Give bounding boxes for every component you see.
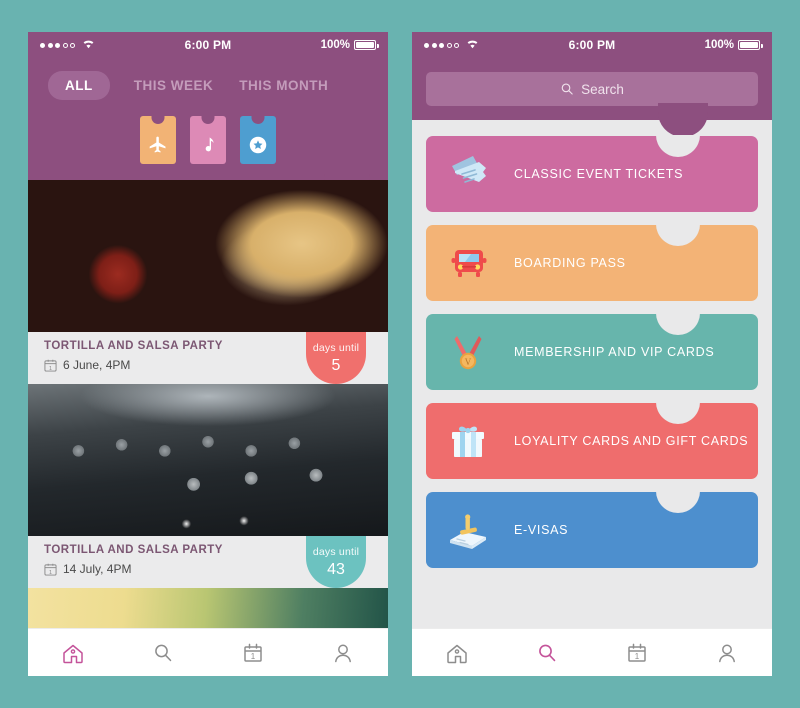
event-row-tortilla-july[interactable]: TORTILLA AND SALSA PARTY 1 14 July, 4PM …: [28, 536, 388, 588]
search-icon: [539, 644, 556, 661]
svg-text:1: 1: [49, 365, 52, 371]
ticket-type-event[interactable]: [240, 116, 276, 164]
event-photo-nature[interactable]: [28, 588, 388, 628]
status-bar-signal: [40, 39, 130, 51]
calendar-icon: 1: [44, 359, 57, 372]
days-until-label: days until: [312, 546, 360, 558]
tab-profile[interactable]: [682, 640, 772, 666]
days-until-value: 43: [327, 561, 345, 578]
phone-left: 6:00 PM 100% ALL THIS WEEK THIS MONTH TO…: [28, 32, 388, 676]
tab-calendar[interactable]: 1: [208, 640, 298, 666]
airplane-icon: [149, 136, 166, 152]
profile-icon: [719, 644, 735, 662]
star-icon: [249, 136, 267, 153]
battery-percent-label: 100%: [320, 39, 350, 51]
tab-bar-right: 1: [412, 628, 772, 676]
search-icon: [155, 644, 172, 661]
category-label: MEMBERSHIP AND VIP CARDS: [514, 345, 715, 359]
days-until-value: 5: [331, 357, 341, 374]
svg-text:1: 1: [251, 651, 256, 660]
phone-right: 6:00 PM 100% Search CLASSIC EVENT TICKET…: [412, 32, 772, 676]
tab-calendar[interactable]: 1: [592, 640, 682, 666]
filter-header: ALL THIS WEEK THIS MONTH: [28, 58, 388, 197]
card-notch: [656, 491, 700, 513]
ticket-type-row: [28, 116, 388, 164]
home-icon: [447, 644, 467, 663]
status-bar-signal: [424, 39, 514, 51]
ticket-type-travel[interactable]: [140, 116, 176, 164]
event-date-label: 14 July, 4PM: [63, 562, 132, 576]
filter-tab-this-week[interactable]: THIS WEEK: [132, 71, 216, 100]
battery-icon: [738, 40, 763, 50]
search-input[interactable]: Search: [426, 72, 758, 106]
category-card-loyalty-gift[interactable]: LOYALITY CARDS AND GIFT CARDS: [426, 402, 758, 479]
category-label: CLASSIC EVENT TICKETS: [514, 167, 684, 181]
search-icon: [561, 83, 573, 95]
svg-text:1: 1: [49, 569, 52, 575]
wifi-icon: [82, 39, 95, 51]
stamp-icon: [442, 503, 496, 557]
ticket-type-music[interactable]: [190, 116, 226, 164]
event-row-tortilla-june[interactable]: TORTILLA AND SALSA PARTY 1 6 June, 4PM d…: [28, 332, 388, 384]
filter-tab-all[interactable]: ALL: [48, 70, 110, 100]
category-card-membership-vip[interactable]: V MEMBERSHIP AND VIP CARDS: [426, 313, 758, 390]
tab-bar-left: 1: [28, 628, 388, 676]
status-bar-time: 6:00 PM: [568, 38, 616, 52]
calendar-icon: 1: [244, 643, 262, 662]
calendar-icon: 1: [628, 643, 646, 662]
profile-icon: [335, 644, 351, 662]
tab-profile[interactable]: [298, 640, 388, 666]
status-bar-battery: 100%: [286, 39, 379, 51]
category-label: LOYALITY CARDS AND GIFT CARDS: [514, 434, 749, 448]
calendar-icon: 1: [44, 563, 57, 576]
status-bar-time: 6:00 PM: [184, 38, 232, 52]
days-until-badge-1: days until 5: [306, 332, 366, 384]
category-label: BOARDING PASS: [514, 256, 626, 270]
gift-icon: [442, 414, 496, 468]
status-bar-battery: 100%: [670, 39, 763, 51]
category-card-e-visas[interactable]: E-VISAS: [426, 491, 758, 568]
wifi-icon: [466, 39, 479, 51]
category-card-classic-event-tickets[interactable]: CLASSIC EVENT TICKETS: [426, 135, 758, 212]
category-card-boarding-pass[interactable]: BOARDING PASS: [426, 224, 758, 301]
svg-text:V: V: [465, 357, 472, 367]
event-feed[interactable]: TORTILLA AND SALSA PARTY 1 6 June, 4PM d…: [28, 180, 388, 628]
filter-tabs: ALL THIS WEEK THIS MONTH: [28, 68, 388, 102]
battery-icon: [354, 40, 379, 50]
home-icon: [63, 644, 83, 663]
tab-search[interactable]: [502, 640, 592, 666]
battery-percent-label: 100%: [704, 39, 734, 51]
category-list: CLASSIC EVENT TICKETS BOARDING PASS V ME…: [412, 120, 772, 628]
signal-dots-icon: [40, 42, 75, 48]
category-label: E-VISAS: [514, 523, 569, 537]
svg-text:1: 1: [635, 651, 640, 660]
card-notch: [656, 313, 700, 335]
event-photo-tortilla[interactable]: [28, 180, 388, 332]
card-notch: [656, 224, 700, 246]
days-until-badge-2: days until 43: [306, 536, 366, 588]
card-notch: [656, 402, 700, 424]
screenshot-root: 6:00 PM 100% ALL THIS WEEK THIS MONTH TO…: [0, 0, 800, 708]
search-placeholder: Search: [581, 81, 624, 97]
event-date-label: 6 June, 4PM: [63, 358, 131, 372]
status-bar-right: 6:00 PM 100%: [412, 32, 772, 58]
search-header: Search: [412, 58, 772, 137]
days-until-label: days until: [312, 342, 360, 354]
tab-home[interactable]: [28, 640, 118, 666]
tickets-icon: [442, 147, 496, 201]
signal-dots-icon: [424, 42, 459, 48]
tab-home[interactable]: [412, 640, 502, 666]
filter-tab-this-month[interactable]: THIS MONTH: [237, 71, 330, 100]
music-note-icon: [205, 137, 214, 151]
bus-icon: [442, 236, 496, 290]
event-photo-mixer[interactable]: [28, 384, 388, 536]
tab-search[interactable]: [118, 640, 208, 666]
medal-icon: V: [442, 325, 496, 379]
card-notch: [656, 135, 700, 157]
status-bar-left: 6:00 PM 100%: [28, 32, 388, 58]
